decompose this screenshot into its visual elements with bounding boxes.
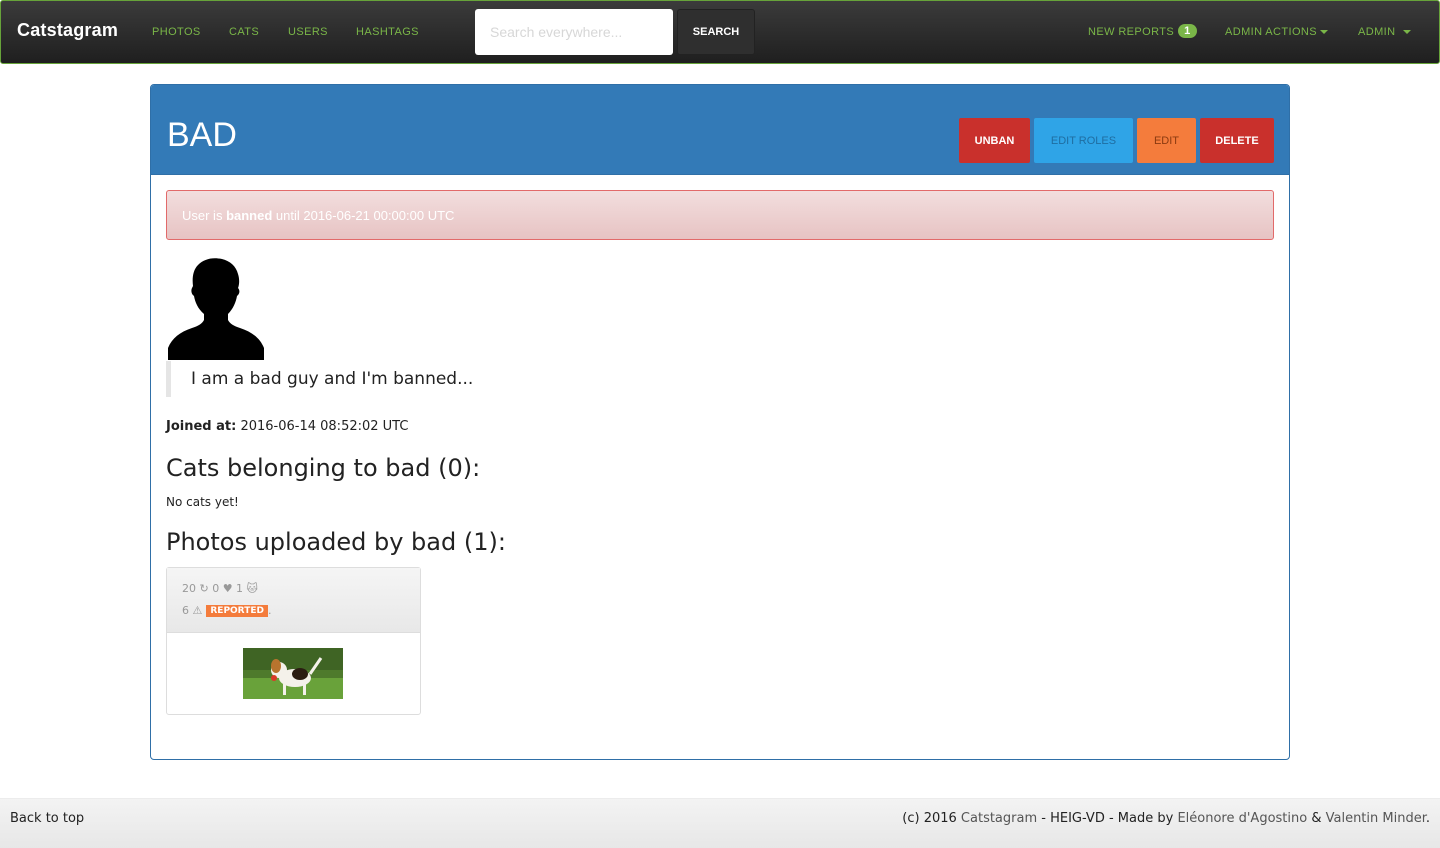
photo-card: 20 ↻ 0 ♥ 1 🐱 6 ⚠ REPORTED .: [166, 567, 421, 715]
footer-credits: (c) 2016 Catstagram - HEIG-VD - Made by …: [902, 811, 1430, 826]
admin-actions-dropdown[interactable]: ADMIN ACTIONS: [1225, 26, 1328, 38]
new-reports-badge: 1: [1178, 24, 1197, 38]
nav-photos[interactable]: PHOTOS: [152, 26, 201, 38]
admin-label: ADMIN: [1358, 26, 1396, 38]
navbar: Catstagram PHOTOS CATS USERS HASHTAGS SE…: [0, 0, 1440, 64]
nav-hashtags[interactable]: HASHTAGS: [356, 26, 419, 38]
credits-and: &: [1307, 811, 1326, 826]
reported-badge: REPORTED: [206, 604, 268, 617]
new-reports-link[interactable]: NEW REPORTS 1: [1088, 24, 1197, 38]
reports-period: .: [267, 604, 272, 617]
photo-card-header: 20 ↻ 0 ♥ 1 🐱 6 ⚠ REPORTED .: [167, 568, 420, 633]
author1-link[interactable]: Eléonore d'Agostino: [1177, 811, 1307, 826]
edit-button[interactable]: EDIT: [1137, 118, 1196, 163]
photo-stats: 20 ↻ 0 ♥ 1 🐱: [182, 582, 259, 595]
credits-end: .: [1425, 811, 1430, 826]
author2-link[interactable]: Valentin Minder: [1326, 811, 1426, 826]
credits-brand-link[interactable]: Catstagram: [961, 811, 1037, 826]
footer: Back to top (c) 2016 Catstagram - HEIG-V…: [0, 798, 1440, 848]
alert-prefix: User is: [182, 208, 227, 223]
search-button[interactable]: SEARCH: [677, 9, 755, 55]
nav-cats[interactable]: CATS: [229, 26, 259, 38]
edit-roles-button[interactable]: EDIT ROLES: [1034, 118, 1133, 163]
avatar-silhouette-icon: [166, 258, 266, 360]
photo-reports: 6 ⚠ REPORTED .: [182, 604, 271, 617]
admin-dropdown[interactable]: ADMIN: [1358, 26, 1412, 38]
reports-count: 6 ⚠: [182, 604, 203, 617]
joined-label: Joined at:: [166, 419, 237, 434]
alert-suffix: until 2016-06-21 00:00:00 UTC: [272, 208, 455, 223]
delete-button[interactable]: DELETE: [1200, 118, 1274, 163]
admin-actions-label: ADMIN ACTIONS: [1225, 26, 1317, 38]
banned-alert: User is banned until 2016-06-21 00:00:00…: [166, 190, 1274, 240]
caret-down-icon: [1403, 30, 1412, 34]
caret-down-icon: [1320, 30, 1328, 34]
cats-heading: Cats belonging to bad (0):: [166, 454, 481, 482]
back-to-top-link[interactable]: Back to top: [10, 811, 84, 826]
brand-logo[interactable]: Catstagram: [17, 20, 118, 41]
photos-heading: Photos uploaded by bad (1):: [166, 528, 506, 556]
user-panel: BAD UNBAN EDIT ROLES EDIT DELETE User is…: [150, 84, 1290, 760]
credits-middle: - HEIG-VD - Made by: [1037, 811, 1178, 826]
alert-strong: banned: [226, 208, 273, 223]
nav-users[interactable]: USERS: [288, 26, 328, 38]
joined-at: Joined at: 2016-06-14 08:52:02 UTC: [166, 419, 408, 434]
joined-value: 2016-06-14 08:52:02 UTC: [236, 419, 409, 434]
panel-heading: BAD UNBAN EDIT ROLES EDIT DELETE: [151, 85, 1289, 175]
search-input[interactable]: [475, 9, 673, 55]
user-bio: I am a bad guy and I'm banned...: [166, 361, 566, 397]
no-cats-text: No cats yet!: [166, 495, 239, 509]
credits-prefix: (c) 2016: [902, 811, 961, 826]
page-title: BAD: [167, 116, 237, 154]
unban-button[interactable]: UNBAN: [959, 118, 1030, 163]
new-reports-label: NEW REPORTS: [1088, 26, 1175, 38]
photo-thumbnail[interactable]: [243, 648, 343, 699]
